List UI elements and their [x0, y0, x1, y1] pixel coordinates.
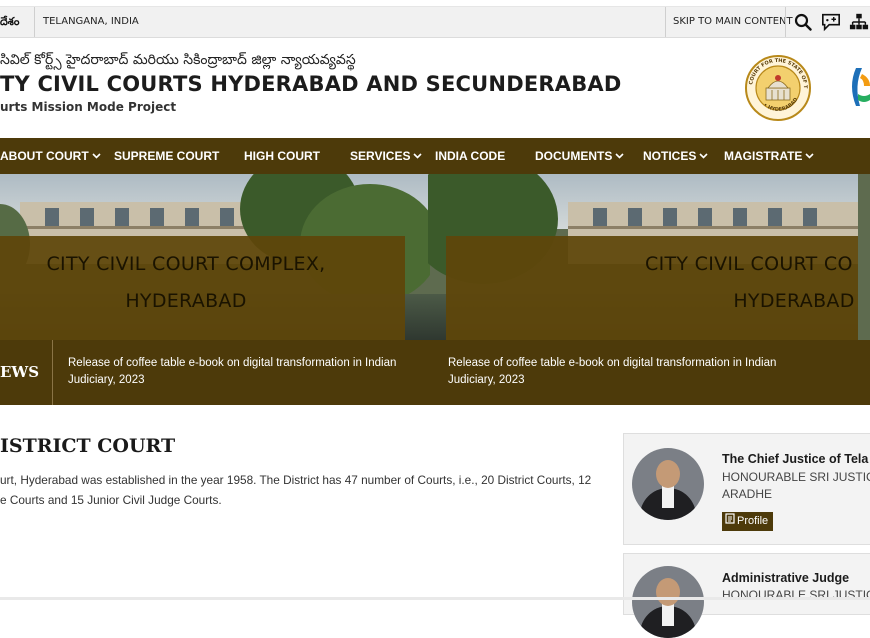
nav-item-label: INDIA CODE	[435, 149, 506, 163]
description-line: urt, Hyderabad was established in the ye…	[0, 473, 592, 487]
main-navigation: ABOUT COURT SUPREME COURT HIGH COURT SERVIC…	[0, 138, 870, 174]
site-title[interactable]: TY CIVIL COURTS HYDERABAD AND SECUNDERAB…	[0, 72, 621, 96]
banner-caption-line2: HYDERABAD	[733, 290, 855, 312]
judge-role: The Chief Justice of Tela	[722, 452, 869, 466]
nav-item-label: HIGH COURT	[244, 149, 320, 163]
nav-item-about-court[interactable]: ABOUT COURT	[0, 138, 101, 174]
profile-button[interactable]: Profile	[722, 512, 774, 531]
banner-caption-line1: CITY CIVIL COURT COMPLEX,	[46, 253, 326, 275]
language-link[interactable]: దేశం	[0, 7, 19, 37]
nav-item-high-court[interactable]: HIGH COURT	[244, 138, 320, 174]
chevron-down-icon	[805, 138, 815, 174]
nav-item-india-code[interactable]: INDIA CODE	[435, 138, 505, 174]
document-icon	[725, 512, 735, 531]
nav-item-notices[interactable]: NOTICES	[643, 138, 708, 174]
divider	[785, 7, 786, 37]
banner-caption-line1: CITY CIVIL COURT CO	[645, 253, 853, 275]
judge-name: ARADHE	[722, 487, 773, 501]
news-label: EWS	[0, 363, 40, 381]
judge-card: Administrative Judge HONOURABLE SRI JUST…	[623, 553, 870, 638]
court-emblem-logo: COURT FOR THE STATE OF TELANGANA • HYDER…	[742, 50, 812, 122]
nav-item-label: NOTICES	[643, 149, 697, 163]
search-icon[interactable]	[793, 12, 813, 32]
judge-name: HONOURABLE SRI JUSTICE	[722, 470, 870, 484]
chevron-down-icon	[615, 138, 624, 174]
chevron-down-icon	[699, 138, 708, 174]
chevron-down-icon	[92, 138, 101, 174]
judge-role: Administrative Judge	[722, 571, 850, 585]
avatar	[632, 566, 704, 638]
avatar	[632, 448, 704, 520]
chevron-down-icon	[413, 138, 423, 174]
description-line: e Courts and 15 Junior Civil Judge Court…	[0, 493, 222, 507]
news-item-link[interactable]: Release of coffee table e-book on digita…	[68, 355, 423, 389]
sitemap-icon[interactable]	[849, 12, 869, 32]
skip-to-main-link[interactable]: SKIP TO MAIN CONTENT	[673, 7, 793, 37]
banner-caption-line2: HYDERABAD	[125, 290, 247, 312]
divider	[34, 7, 35, 37]
nav-item-magistrate[interactable]: MAGISTRATE	[724, 138, 815, 174]
section-description: urt, Hyderabad was established in the ye…	[0, 470, 600, 510]
emblem-logo-partial	[846, 64, 870, 110]
nav-item-label: MAGISTRATE	[724, 149, 803, 163]
speech-bubble-plus-icon[interactable]	[821, 12, 841, 32]
nav-item-label: DOCUMENTS	[535, 149, 613, 163]
top-border	[0, 0, 870, 7]
hero-banner: CITY CIVIL COURT COMPLEX, HYDERABAD CITY…	[0, 174, 870, 340]
site-subtitle: urts Mission Mode Project	[0, 100, 177, 114]
site-title-telugu: సివిల్ కోర్ట్స్ హైదరాబాద్ మరియు సికింద్ర…	[0, 52, 356, 68]
divider	[665, 7, 666, 37]
location-label: TELANGANA, INDIA	[43, 16, 139, 27]
nav-item-services[interactable]: SERVICES	[350, 138, 423, 174]
section-title: ISTRICT COURT	[0, 435, 176, 457]
nav-item-supreme-court[interactable]: SUPREME COURT	[114, 138, 219, 174]
judge-name: HONOURABLE SRI JUSTICE	[722, 588, 870, 602]
nav-item-label: ABOUT COURT	[0, 149, 89, 163]
divider	[52, 340, 53, 405]
nav-item-documents[interactable]: DOCUMENTS	[535, 138, 624, 174]
profile-button-label: Profile	[737, 515, 769, 527]
nav-item-label: SUPREME COURT	[114, 149, 220, 163]
judge-card: The Chief Justice of Tela HONOURABLE SRI…	[623, 433, 870, 545]
news-item-link[interactable]: Release of coffee table e-book on digita…	[448, 355, 803, 389]
nav-item-label: SERVICES	[350, 149, 411, 163]
